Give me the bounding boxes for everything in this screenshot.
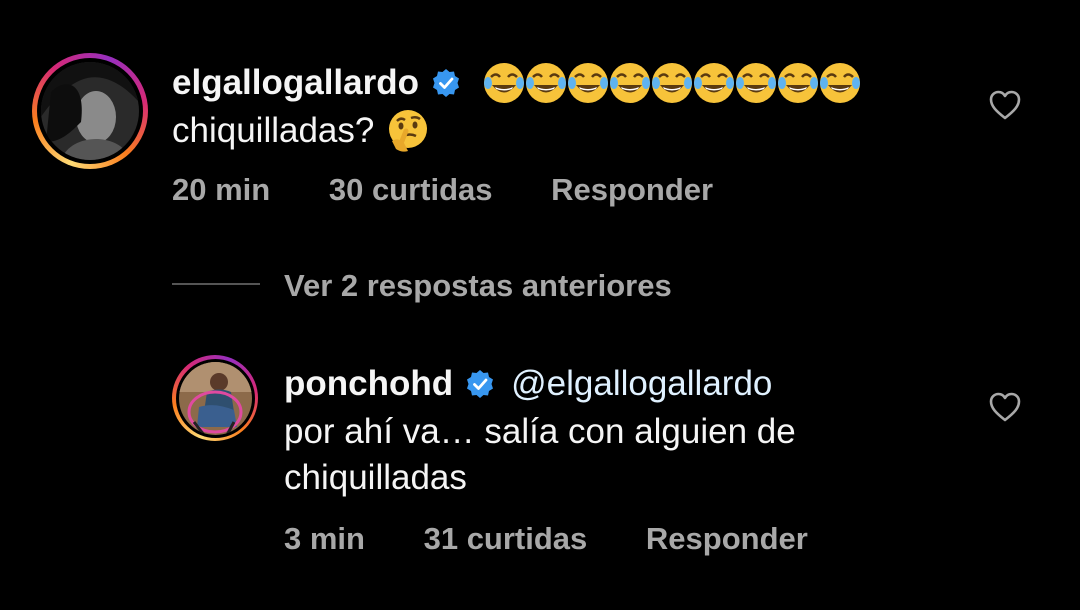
tears-of-joy-icon [484, 63, 524, 103]
avatar-ponchohd[interactable] [172, 355, 258, 441]
reply-header: ponchohd @elgallogallardo [284, 361, 772, 407]
comment-text: chiquilladas? [172, 111, 375, 150]
comment-likes[interactable]: 30 curtidas [329, 172, 493, 207]
reply-likes[interactable]: 31 curtidas [424, 521, 588, 556]
username[interactable]: elgallogallardo [172, 63, 419, 103]
tears-of-joy-icon [610, 63, 650, 103]
tears-of-joy-icon [526, 63, 566, 103]
reply-text-line-1: por ahí va… salía con alguien de [284, 412, 796, 451]
avatar-photo [41, 62, 139, 160]
laughing-emoji-row [481, 60, 860, 106]
reply-time: 3 min [284, 521, 365, 556]
avatar-photo [178, 361, 252, 435]
reply-button[interactable]: Responder [646, 521, 808, 556]
reply-button[interactable]: Responder [551, 172, 713, 207]
reply-meta: 3 min 31 curtidas Responder [284, 521, 858, 557]
view-previous-replies-button[interactable]: Ver 2 respostas anteriores [284, 268, 672, 304]
verified-badge-icon [433, 69, 459, 97]
verified-badge-icon [467, 370, 494, 398]
tears-of-joy-icon [568, 63, 608, 103]
tears-of-joy-icon [736, 63, 776, 103]
mention-link[interactable]: @elgallogallardo [511, 361, 772, 407]
comment-meta: 20 min 30 curtidas Responder [172, 172, 763, 208]
avatar-elgallogallardo[interactable] [32, 53, 148, 169]
reply-text-line-2: chiquilladas [284, 458, 467, 497]
comment-header: elgallogallardo [172, 60, 860, 106]
reply-username[interactable]: ponchohd [284, 364, 453, 404]
thinking-face-icon [389, 110, 428, 152]
comment-text-line: chiquilladas? [172, 108, 432, 154]
tears-of-joy-icon [778, 63, 818, 103]
tears-of-joy-icon [694, 63, 734, 103]
replies-divider [172, 283, 260, 285]
tears-of-joy-icon [652, 63, 692, 103]
tears-of-joy-icon [820, 63, 860, 103]
comment-time: 20 min [172, 172, 271, 207]
like-heart-icon[interactable] [988, 89, 1022, 121]
like-heart-icon[interactable] [988, 391, 1022, 423]
